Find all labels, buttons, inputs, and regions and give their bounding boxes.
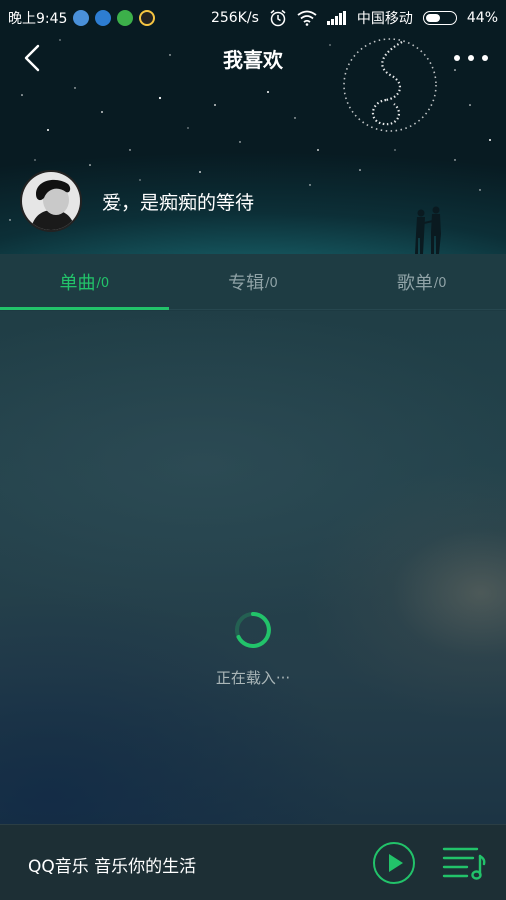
tab-label: 专辑 [228,272,265,294]
back-arrow-icon[interactable] [18,42,48,74]
tab-bar: 单曲/0 专辑/0 歌单/0 [0,254,506,310]
more-dot-icon [482,55,488,61]
user-photo-icon [22,172,80,230]
tab-count: /0 [265,276,278,291]
loading-text: 正在载入··· [215,669,291,687]
content-area: 正在载入··· [0,311,506,824]
signal-icon [326,11,346,25]
playlist-icon[interactable] [441,844,487,882]
tab-count: /0 [433,276,447,291]
avatar[interactable] [20,170,82,232]
battery-icon [422,11,457,25]
penguin-notification-icon [139,10,156,26]
profile-name: 爱，是痴痴的等待 [102,191,255,214]
battery-percent: 44% [466,10,498,26]
play-notification-icon [117,10,134,26]
tab-albums[interactable]: 专辑/0 [169,254,338,309]
alarm-icon [270,9,286,27]
more-dot-icon [468,55,474,61]
profile-row: 爱，是痴痴的等待 [20,170,254,232]
music-note-constellation-icon [343,38,437,132]
page-title: 我喜欢 [223,47,283,72]
status-time: 晚上9:45 [8,11,68,27]
bird-notification-icon [95,10,112,26]
tab-count: /0 [96,276,110,291]
tab-label: 歌单 [396,272,433,294]
loading-spinner-icon [235,612,271,648]
couple-silhouette-icon [415,206,441,254]
wifi-icon [297,10,317,26]
app-notification-icon [73,10,90,26]
tab-label: 单曲 [59,272,96,294]
network-speed: 256K/s [210,10,259,26]
status-bar: 晚上9:45 256K/s 中国移动 44% [0,0,506,36]
more-options-button[interactable] [454,44,488,72]
more-dot-icon [454,55,460,61]
tab-playlists[interactable]: 歌单/0 [337,254,506,309]
play-icon[interactable] [372,841,416,885]
player-slogan: QQ音乐 音乐你的生活 [28,857,197,877]
mini-player-bar[interactable]: QQ音乐 音乐你的生活 [0,824,506,900]
carrier-name: 中国移动 [356,11,413,27]
tab-songs[interactable]: 单曲/0 [0,254,169,310]
header-banner: 晚上9:45 256K/s 中国移动 44% 我喜欢 爱，是痴痴的等待 [0,0,506,254]
